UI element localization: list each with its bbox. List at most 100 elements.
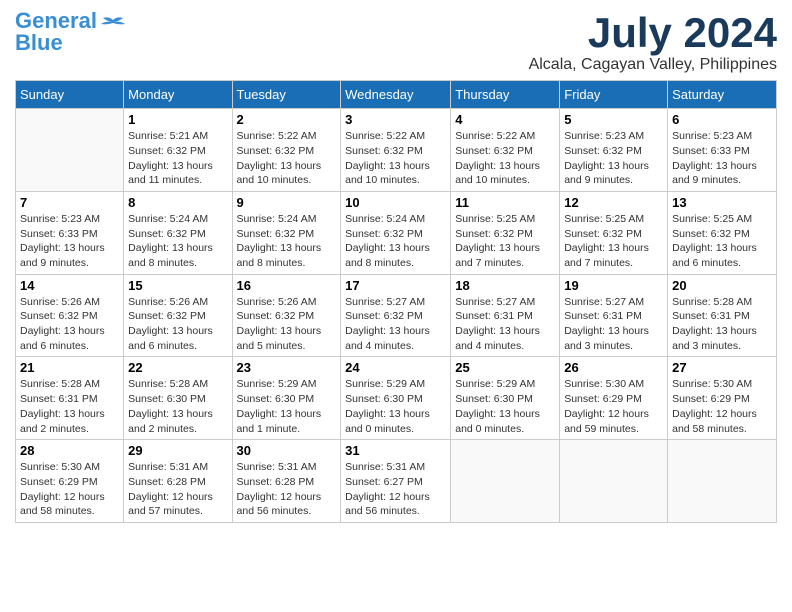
day-number: 26 bbox=[564, 360, 663, 375]
title-block: July 2024 Alcala, Cagayan Valley, Philip… bbox=[529, 10, 777, 74]
day-info: Sunrise: 5:31 AM Sunset: 6:28 PM Dayligh… bbox=[237, 460, 337, 519]
day-cell: 15Sunrise: 5:26 AM Sunset: 6:32 PM Dayli… bbox=[124, 274, 232, 357]
day-cell bbox=[16, 109, 124, 192]
day-number: 6 bbox=[672, 112, 772, 127]
day-number: 2 bbox=[237, 112, 337, 127]
day-info: Sunrise: 5:29 AM Sunset: 6:30 PM Dayligh… bbox=[345, 377, 446, 436]
day-number: 1 bbox=[128, 112, 227, 127]
day-number: 28 bbox=[20, 443, 119, 458]
day-number: 29 bbox=[128, 443, 227, 458]
day-cell: 7Sunrise: 5:23 AM Sunset: 6:33 PM Daylig… bbox=[16, 191, 124, 274]
day-info: Sunrise: 5:24 AM Sunset: 6:32 PM Dayligh… bbox=[128, 212, 227, 271]
header-cell-thursday: Thursday bbox=[451, 81, 560, 109]
header-cell-saturday: Saturday bbox=[668, 81, 777, 109]
header-cell-monday: Monday bbox=[124, 81, 232, 109]
day-number: 30 bbox=[237, 443, 337, 458]
day-info: Sunrise: 5:22 AM Sunset: 6:32 PM Dayligh… bbox=[345, 129, 446, 188]
day-cell: 27 Sunrise: 5:30 AM Sunset: 6:29 PM Dayli… bbox=[668, 357, 777, 440]
day-info: Sunrise: 5:22 AM Sunset: 6:32 PM Dayligh… bbox=[455, 129, 555, 188]
day-cell: 5 Sunrise: 5:23 AM Sunset: 6:32 PM Daylig… bbox=[560, 109, 668, 192]
day-cell bbox=[451, 440, 560, 523]
day-number: 19 bbox=[564, 278, 663, 293]
day-cell: 24 Sunrise: 5:29 AM Sunset: 6:30 PM Dayli… bbox=[341, 357, 451, 440]
week-row-1: 1 Sunrise: 5:21 AM Sunset: 6:32 PM Daylig… bbox=[16, 109, 777, 192]
day-number: 5 bbox=[564, 112, 663, 127]
location: Alcala, Cagayan Valley, Philippines bbox=[529, 56, 777, 74]
day-cell: 3Sunrise: 5:22 AM Sunset: 6:32 PM Daylig… bbox=[341, 109, 451, 192]
day-cell: 10Sunrise: 5:24 AM Sunset: 6:32 PM Dayli… bbox=[341, 191, 451, 274]
week-row-3: 14 Sunrise: 5:26 AM Sunset: 6:32 PM Dayli… bbox=[16, 274, 777, 357]
day-number: 23 bbox=[237, 360, 337, 375]
day-cell: 30 Sunrise: 5:31 AM Sunset: 6:28 PM Dayli… bbox=[232, 440, 341, 523]
day-number: 24 bbox=[345, 360, 446, 375]
day-info: Sunrise: 5:28 AM Sunset: 6:31 PM Dayligh… bbox=[20, 377, 119, 436]
day-cell: 18Sunrise: 5:27 AM Sunset: 6:31 PM Dayli… bbox=[451, 274, 560, 357]
day-info: Sunrise: 5:28 AM Sunset: 6:30 PM Dayligh… bbox=[128, 377, 227, 436]
day-info: Sunrise: 5:27 AM Sunset: 6:31 PM Dayligh… bbox=[564, 295, 663, 354]
day-cell: 12 Sunrise: 5:25 AM Sunset: 6:32 PM Dayli… bbox=[560, 191, 668, 274]
day-number: 8 bbox=[128, 195, 227, 210]
month-title: July 2024 bbox=[529, 10, 777, 56]
logo-bird-icon bbox=[99, 16, 127, 38]
day-info: Sunrise: 5:24 AM Sunset: 6:32 PM Dayligh… bbox=[237, 212, 337, 271]
day-number: 25 bbox=[455, 360, 555, 375]
day-info: Sunrise: 5:27 AM Sunset: 6:31 PM Dayligh… bbox=[455, 295, 555, 354]
day-info: Sunrise: 5:29 AM Sunset: 6:30 PM Dayligh… bbox=[237, 377, 337, 436]
day-number: 15 bbox=[128, 278, 227, 293]
day-cell bbox=[560, 440, 668, 523]
day-cell: 6 Sunrise: 5:23 AM Sunset: 6:33 PM Daylig… bbox=[668, 109, 777, 192]
day-cell: 28 Sunrise: 5:30 AM Sunset: 6:29 PM Dayli… bbox=[16, 440, 124, 523]
day-cell: 31 Sunrise: 5:31 AM Sunset: 6:27 PM Dayli… bbox=[341, 440, 451, 523]
day-cell: 13Sunrise: 5:25 AM Sunset: 6:32 PM Dayli… bbox=[668, 191, 777, 274]
day-info: Sunrise: 5:25 AM Sunset: 6:32 PM Dayligh… bbox=[672, 212, 772, 271]
day-number: 11 bbox=[455, 195, 555, 210]
day-info: Sunrise: 5:30 AM Sunset: 6:29 PM Dayligh… bbox=[20, 460, 119, 519]
day-cell: 22Sunrise: 5:28 AM Sunset: 6:30 PM Dayli… bbox=[124, 357, 232, 440]
day-number: 12 bbox=[564, 195, 663, 210]
day-info: Sunrise: 5:31 AM Sunset: 6:28 PM Dayligh… bbox=[128, 460, 227, 519]
day-number: 16 bbox=[237, 278, 337, 293]
day-number: 9 bbox=[237, 195, 337, 210]
day-number: 7 bbox=[20, 195, 119, 210]
header-cell-sunday: Sunday bbox=[16, 81, 124, 109]
day-info: Sunrise: 5:23 AM Sunset: 6:33 PM Dayligh… bbox=[672, 129, 772, 188]
day-info: Sunrise: 5:29 AM Sunset: 6:30 PM Dayligh… bbox=[455, 377, 555, 436]
page-header: GeneralBlue July 2024 Alcala, Cagayan Va… bbox=[15, 10, 777, 74]
day-number: 4 bbox=[455, 112, 555, 127]
logo: GeneralBlue bbox=[15, 10, 127, 54]
day-number: 20 bbox=[672, 278, 772, 293]
day-cell: 8 Sunrise: 5:24 AM Sunset: 6:32 PM Daylig… bbox=[124, 191, 232, 274]
day-info: Sunrise: 5:25 AM Sunset: 6:32 PM Dayligh… bbox=[564, 212, 663, 271]
day-info: Sunrise: 5:31 AM Sunset: 6:27 PM Dayligh… bbox=[345, 460, 446, 519]
day-info: Sunrise: 5:25 AM Sunset: 6:32 PM Dayligh… bbox=[455, 212, 555, 271]
day-number: 21 bbox=[20, 360, 119, 375]
day-cell: 25 Sunrise: 5:29 AM Sunset: 6:30 PM Dayli… bbox=[451, 357, 560, 440]
day-cell: 19 Sunrise: 5:27 AM Sunset: 6:31 PM Dayli… bbox=[560, 274, 668, 357]
day-cell: 1 Sunrise: 5:21 AM Sunset: 6:32 PM Daylig… bbox=[124, 109, 232, 192]
week-row-4: 21 Sunrise: 5:28 AM Sunset: 6:31 PM Dayli… bbox=[16, 357, 777, 440]
day-info: Sunrise: 5:26 AM Sunset: 6:32 PM Dayligh… bbox=[237, 295, 337, 354]
header-cell-wednesday: Wednesday bbox=[341, 81, 451, 109]
day-number: 14 bbox=[20, 278, 119, 293]
header-cell-friday: Friday bbox=[560, 81, 668, 109]
calendar-table: SundayMondayTuesdayWednesdayThursdayFrid… bbox=[15, 80, 777, 523]
header-row: SundayMondayTuesdayWednesdayThursdayFrid… bbox=[16, 81, 777, 109]
day-cell: 14Sunrise: 5:26 AM Sunset: 6:32 PM Dayli… bbox=[16, 274, 124, 357]
day-cell: 4 Sunrise: 5:22 AM Sunset: 6:32 PM Daylig… bbox=[451, 109, 560, 192]
day-cell: 21 Sunrise: 5:28 AM Sunset: 6:31 PM Dayli… bbox=[16, 357, 124, 440]
day-info: Sunrise: 5:30 AM Sunset: 6:29 PM Dayligh… bbox=[672, 377, 772, 436]
day-cell bbox=[668, 440, 777, 523]
header-cell-tuesday: Tuesday bbox=[232, 81, 341, 109]
day-cell: 11 Sunrise: 5:25 AM Sunset: 6:32 PM Dayli… bbox=[451, 191, 560, 274]
day-info: Sunrise: 5:27 AM Sunset: 6:32 PM Dayligh… bbox=[345, 295, 446, 354]
day-cell: 17Sunrise: 5:27 AM Sunset: 6:32 PM Dayli… bbox=[341, 274, 451, 357]
day-cell: 20Sunrise: 5:28 AM Sunset: 6:31 PM Dayli… bbox=[668, 274, 777, 357]
day-number: 31 bbox=[345, 443, 446, 458]
day-cell: 9 Sunrise: 5:24 AM Sunset: 6:32 PM Daylig… bbox=[232, 191, 341, 274]
day-number: 27 bbox=[672, 360, 772, 375]
day-info: Sunrise: 5:21 AM Sunset: 6:32 PM Dayligh… bbox=[128, 129, 227, 188]
week-row-2: 7Sunrise: 5:23 AM Sunset: 6:33 PM Daylig… bbox=[16, 191, 777, 274]
day-info: Sunrise: 5:23 AM Sunset: 6:32 PM Dayligh… bbox=[564, 129, 663, 188]
logo-text: GeneralBlue bbox=[15, 10, 97, 54]
day-info: Sunrise: 5:22 AM Sunset: 6:32 PM Dayligh… bbox=[237, 129, 337, 188]
